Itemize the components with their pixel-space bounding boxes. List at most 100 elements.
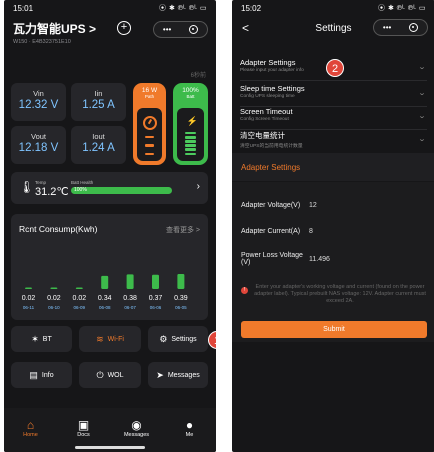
close-target-icon[interactable] — [409, 23, 419, 32]
bar-value-label: 0.02 — [22, 295, 36, 302]
settings-header: < Settings ••• — [232, 16, 434, 44]
iin-card: Iin 1.25 A — [71, 83, 126, 121]
consumption-card: Rcnt Consump(Kwh) 查看更多 > 0.02 06-11 0.02 06… — [11, 214, 208, 320]
add-device-button[interactable]: + — [117, 21, 131, 35]
wol-button[interactable]: ⏻ WOL — [79, 362, 141, 388]
tab-me[interactable]: ● Me — [170, 418, 210, 438]
power-bars — [145, 136, 154, 155]
adapter-current-input[interactable]: 8 — [309, 228, 313, 235]
power-loss-voltage-field[interactable]: Power Loss Voltage (V) 11.496 — [241, 252, 426, 266]
tab-messages[interactable]: ◉ Messages — [117, 418, 157, 438]
info-label: Info — [41, 371, 54, 379]
wifi-label: Wi-Fi — [107, 335, 124, 343]
iout-value: 1.24 A — [82, 142, 115, 154]
close-target-icon[interactable] — [189, 25, 199, 34]
miniapp-capsule: ••• — [373, 19, 428, 36]
date-tick-label: 06-06 — [150, 305, 162, 310]
tab-messages-label: Messages — [123, 432, 150, 438]
status-icons: ⦿ ✱ ℗ᴸ ℗ᴸ ▭ — [159, 5, 207, 12]
consumption-bar — [101, 275, 109, 289]
consumption-bar — [50, 287, 58, 289]
battery-level: ⚡ — [177, 108, 204, 161]
miniapp-capsule: ••• — [153, 21, 208, 38]
more-icon[interactable]: ••• — [383, 23, 391, 32]
vout-card: Vout 12.18 V — [11, 126, 66, 164]
consumption-bar — [75, 287, 83, 289]
power-value: 16 W — [141, 87, 158, 94]
home-screen: 15:01 ⦿ ✱ ℗ᴸ ℗ᴸ ▭ 瓦力智能UPS > W150 · E4B32… — [4, 0, 216, 452]
section-title: Adapter Settings — [232, 153, 434, 181]
battery-bars — [185, 132, 196, 155]
power-label: Path — [144, 94, 155, 99]
iout-card: Iout 1.24 A — [71, 126, 126, 164]
battery-card: 100% Batt ⚡ — [173, 83, 208, 165]
docs-icon: ▣ — [77, 418, 90, 432]
power-loss-voltage-label: Power Loss Voltage (V) — [241, 252, 303, 266]
bar-value-label: 0.37 — [149, 295, 163, 302]
note-text: Enter your adapter's working voltage and… — [254, 284, 426, 304]
wol-label: WOL — [107, 371, 124, 379]
power-icon: ⏻ — [96, 369, 104, 380]
bt-button[interactable]: ✶ BT — [11, 326, 72, 352]
warning-icon: ! — [241, 287, 248, 294]
power-loss-voltage-input[interactable]: 11.496 — [309, 256, 330, 263]
wifi-button[interactable]: ≋ Wi-Fi — [79, 326, 141, 352]
settings-label: Settings — [171, 335, 197, 343]
menu-subtitle: Config Screen Timeout — [240, 117, 289, 122]
chevron-down-icon: ⌄ — [417, 90, 427, 97]
tab-home-label: Home — [23, 432, 38, 438]
vin-value: 12.32 V — [18, 99, 59, 111]
menu-title: Screen Timeout — [240, 107, 293, 116]
vin-card: Vin 12.32 V — [11, 83, 66, 121]
more-icon[interactable]: ••• — [163, 25, 171, 34]
settings-screen: 15:02 ⦿ ✱ ℗ᴸ ℗ᴸ ▭ < Settings ••• Adapter… — [232, 0, 434, 452]
adapter-current-label: Adapter Current(A) — [241, 228, 301, 235]
iout-label: Iout — [92, 132, 105, 141]
battery-label: Batt — [186, 94, 195, 99]
bar-value-label: 0.02 — [72, 295, 86, 302]
bar-value-label: 0.34 — [98, 295, 112, 302]
chevron-right-icon: › — [196, 181, 200, 192]
adapter-voltage-field[interactable]: Adapter Voltage(V) 12 — [241, 202, 426, 209]
chevron-down-icon: ⌄ — [417, 64, 427, 71]
chevron-down-icon: ⌄ — [417, 136, 427, 143]
batt-health-fill: 100% — [71, 187, 172, 194]
date-tick-label: 06-07 — [124, 305, 136, 310]
adapter-note: ! Enter your adapter's working voltage a… — [241, 284, 428, 304]
menu-clear-stats[interactable]: 清空电量统计 清空UPS的当前用电统计数量 ⌄ — [240, 127, 427, 153]
settings-button[interactable]: ⚙ Settings — [148, 326, 208, 352]
menu-title: Sleep time Settings — [240, 84, 305, 93]
wifi-icon: ≋ — [96, 333, 104, 344]
date-tick-label: 06-08 — [99, 305, 111, 310]
iin-label: Iin — [94, 89, 103, 98]
device-header: 瓦力智能UPS > W150 · E4B323751E10 + ••• — [4, 16, 216, 46]
bluetooth-icon: ✶ — [31, 333, 39, 344]
batt-health-bar: 100% — [71, 187, 172, 194]
person-icon: ● — [185, 418, 194, 432]
status-bar: 15:02 ⦿ ✱ ℗ᴸ ℗ᴸ ▭ — [232, 0, 434, 16]
tab-docs-label: Docs — [77, 432, 90, 438]
consumption-bar — [25, 287, 32, 289]
tab-docs[interactable]: ▣ Docs — [64, 418, 104, 438]
step-1-callout: 1 — [208, 331, 216, 349]
adapter-voltage-input[interactable]: 12 — [309, 202, 317, 209]
vout-label: Vout — [30, 132, 46, 141]
temp-value: 31.2℃ — [35, 186, 69, 198]
consumption-bar — [177, 274, 185, 289]
status-icons: ⦿ ✱ ℗ᴸ ℗ᴸ ▭ — [378, 5, 426, 12]
bar-value-label: 0.02 — [47, 295, 61, 302]
step-2-callout: 2 — [326, 59, 344, 77]
submit-button[interactable]: Submit — [241, 321, 427, 338]
info-button[interactable]: ▤ Info — [11, 362, 72, 388]
update-time: 6秒前 — [190, 73, 206, 79]
adapter-current-field[interactable]: Adapter Current(A) 8 — [241, 228, 426, 235]
date-tick-label: 06-05 — [175, 305, 187, 310]
status-bar: 15:01 ⦿ ✱ ℗ᴸ ℗ᴸ ▭ — [4, 0, 216, 16]
messages-button[interactable]: ➤ Messages — [148, 362, 208, 388]
battery-value: 100% — [182, 87, 199, 94]
tab-home[interactable]: ⌂ Home — [11, 418, 51, 438]
adapter-form: Adapter Voltage(V) 12 Adapter Current(A)… — [232, 182, 434, 342]
consumption-bar — [152, 274, 159, 289]
menu-subtitle: Config UPS sleeping time — [240, 94, 295, 99]
tab-me-label: Me — [185, 432, 194, 438]
